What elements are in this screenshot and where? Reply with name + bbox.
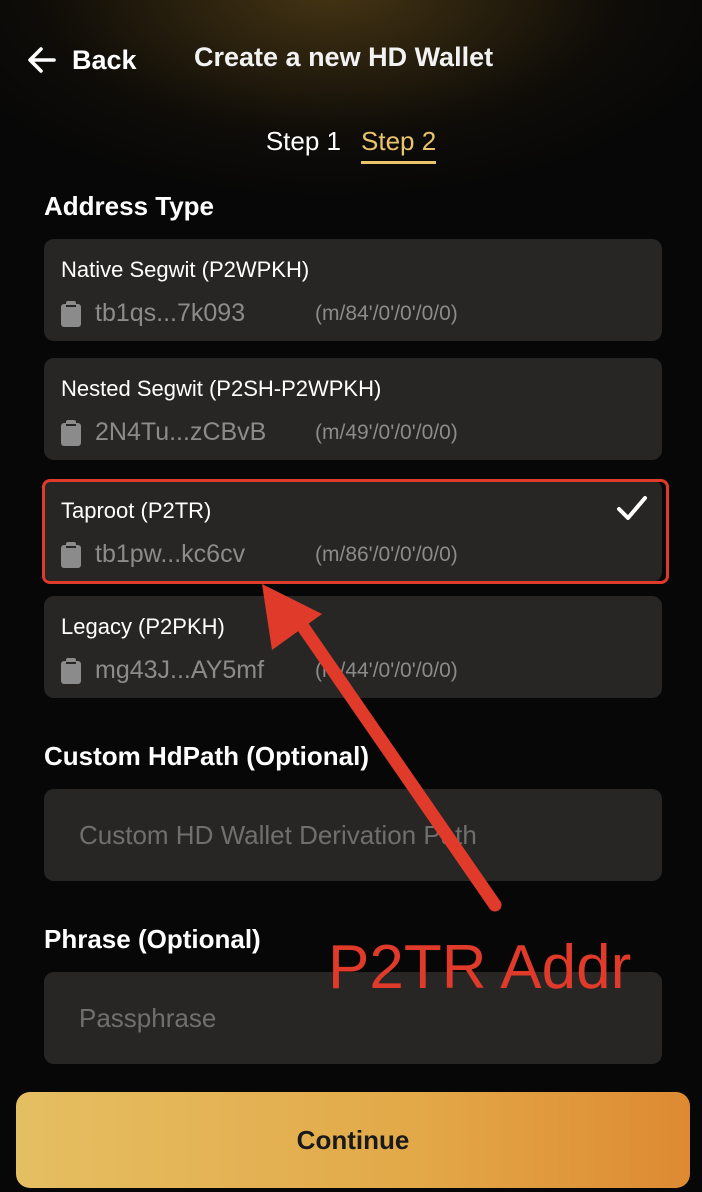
arrow-left-icon <box>28 47 56 73</box>
option-path: (m/44'/0'/0'/0/0) <box>315 658 458 682</box>
clipboard-icon[interactable] <box>61 419 81 446</box>
option-path: (m/84'/0'/0'/0/0) <box>315 301 458 325</box>
option-name: Legacy (P2PKH) <box>61 614 225 639</box>
option-address: mg43J...AY5mf <box>95 656 265 684</box>
tab-step-1[interactable]: Step 1 <box>266 126 341 164</box>
phrase-heading: Phrase (Optional) <box>44 924 261 954</box>
custom-hdpath-field <box>44 789 662 881</box>
option-path: (m/49'/0'/0'/0/0) <box>315 420 458 444</box>
tab-step-2[interactable]: Step 2 <box>361 126 437 164</box>
address-option-nested-segwit[interactable]: Nested Segwit (P2SH-P2WPKH) 2N4Tu...zCBv… <box>44 358 662 460</box>
back-label: Back <box>72 44 137 75</box>
option-path: (m/86'/0'/0'/0/0) <box>315 542 458 566</box>
checkmark-icon <box>617 496 647 520</box>
option-name: Native Segwit (P2WPKH) <box>61 257 310 282</box>
header: Back Create a new HD Wallet <box>0 0 702 120</box>
option-address: tb1pw...kc6cv <box>95 540 246 568</box>
back-button[interactable]: Back <box>24 40 137 80</box>
clipboard-icon[interactable] <box>61 657 81 684</box>
address-option-taproot[interactable]: Taproot (P2TR) tb1pw...kc6cv (m/86'/0'/0… <box>44 480 662 582</box>
custom-hdpath-input[interactable] <box>44 789 662 881</box>
option-name: Taproot (P2TR) <box>61 498 212 523</box>
custom-hdpath-heading: Custom HdPath (Optional) <box>44 741 369 771</box>
option-address: 2N4Tu...zCBvB <box>95 418 267 446</box>
address-option-legacy[interactable]: Legacy (P2PKH) mg43J...AY5mf (m/44'/0'/0… <box>44 596 662 698</box>
annotation-label: P2TR Addr <box>328 933 632 1002</box>
step-tabs: Step 1 Step 2 <box>0 126 702 164</box>
address-option-native-segwit[interactable]: Native Segwit (P2WPKH) tb1qs...7k093 (m/… <box>44 239 662 341</box>
option-address: tb1qs...7k093 <box>95 299 246 327</box>
clipboard-icon[interactable] <box>61 300 81 327</box>
option-name: Nested Segwit (P2SH-P2WPKH) <box>61 376 382 401</box>
create-hd-wallet-screen: Back Create a new HD Wallet Step 1 Step … <box>0 0 702 1192</box>
address-type-heading: Address Type <box>44 191 215 221</box>
clipboard-icon[interactable] <box>61 541 81 568</box>
continue-button[interactable]: Continue <box>16 1092 690 1188</box>
page-title: Create a new HD Wallet <box>194 42 494 72</box>
